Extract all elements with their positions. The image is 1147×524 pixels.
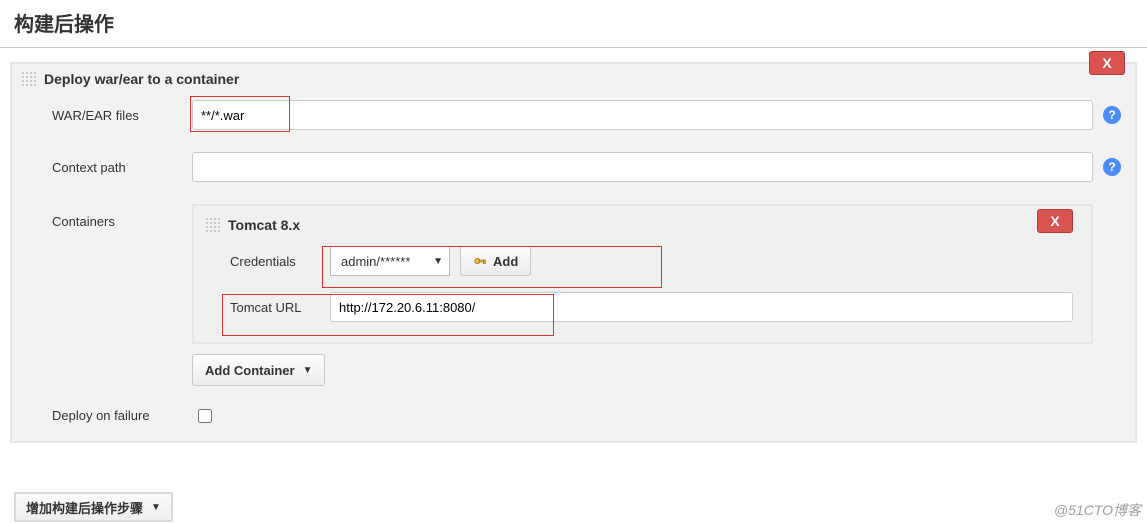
drag-handle-icon[interactable] <box>20 70 38 88</box>
credentials-add-button[interactable]: Add <box>460 246 531 276</box>
container-title: Tomcat 8.x <box>228 217 300 233</box>
container-close-button[interactable]: X <box>1037 209 1073 233</box>
page-title: 构建后操作 <box>0 0 1147 48</box>
section-close-button[interactable]: X <box>1089 51 1125 75</box>
chevron-down-icon: ▼ <box>303 365 313 376</box>
help-icon[interactable]: ? <box>1103 106 1121 124</box>
add-post-build-step-button[interactable]: 增加构建后操作步骤 ▼ <box>14 492 173 522</box>
credentials-select[interactable]: admin/****** ▼ <box>330 246 450 276</box>
add-button-label: Add <box>493 254 518 269</box>
tomcat-url-label: Tomcat URL <box>230 300 330 315</box>
drag-handle-icon[interactable] <box>204 216 222 234</box>
watermark-text: @51CTO博客 <box>1054 500 1141 520</box>
credentials-label: Credentials <box>230 254 330 269</box>
chevron-down-icon: ▼ <box>433 256 443 267</box>
tomcat-url-input[interactable] <box>330 292 1073 322</box>
section-title: Deploy war/ear to a container <box>44 71 239 87</box>
war-ear-label: WAR/EAR files <box>52 108 192 123</box>
deploy-on-failure-checkbox[interactable] <box>198 409 212 423</box>
containers-label: Containers <box>52 204 192 229</box>
credentials-value: admin/****** <box>341 254 410 269</box>
context-path-input[interactable] <box>192 152 1093 182</box>
context-path-label: Context path <box>52 160 192 175</box>
deploy-on-failure-label: Deploy on failure <box>52 408 192 423</box>
add-container-label: Add Container <box>205 363 295 378</box>
add-post-build-label: 增加构建后操作步骤 <box>26 498 143 517</box>
add-container-button[interactable]: Add Container ▼ <box>192 354 325 386</box>
key-icon <box>473 254 487 268</box>
deploy-section: X Deploy war/ear to a container WAR/EAR … <box>10 62 1137 443</box>
war-ear-input[interactable] <box>192 100 1093 130</box>
help-icon[interactable]: ? <box>1103 158 1121 176</box>
container-box: X Tomcat 8.x Credentials admin/****** ▼ <box>192 204 1093 344</box>
chevron-down-icon: ▼ <box>151 502 161 513</box>
